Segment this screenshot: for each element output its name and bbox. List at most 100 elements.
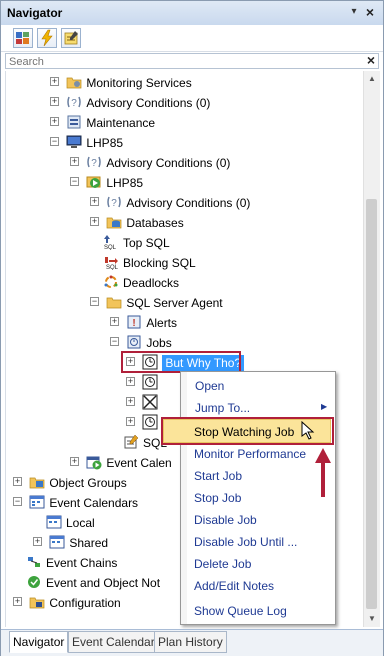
disabled-job-icon — [142, 394, 158, 410]
vertical-scrollbar[interactable]: ▲ ▼ — [363, 71, 380, 627]
tree-item[interactable]: Event and Object Not — [26, 572, 160, 592]
scroll-down-icon[interactable]: ▼ — [364, 611, 380, 627]
svg-text:?: ? — [112, 198, 118, 209]
menu-item-open[interactable]: Open — [195, 379, 224, 393]
menu-item-disable-job[interactable]: Disable Job — [194, 513, 257, 527]
scroll-up-icon[interactable]: ▲ — [364, 71, 380, 87]
expand-icon[interactable]: + — [110, 317, 119, 327]
tree-item-label: Monitoring Services — [86, 75, 192, 90]
tree-item-label: Maintenance — [86, 115, 156, 130]
tree-item[interactable]: − LHP85 — [70, 172, 143, 192]
tree-item[interactable]: + ! Alerts — [110, 312, 177, 332]
expand-icon[interactable]: + — [126, 377, 135, 387]
tree-item[interactable]: + Object Groups — [13, 472, 127, 492]
expand-icon[interactable]: + — [70, 157, 79, 167]
tree-item[interactable]: + — [126, 412, 162, 432]
lightning-icon — [41, 29, 53, 47]
svg-text:?: ? — [72, 98, 78, 109]
svg-text:SQL: SQL — [106, 265, 119, 270]
tab-event-calendar[interactable]: Event Calendar — [68, 631, 159, 653]
notes-button[interactable] — [61, 28, 81, 48]
tree-item[interactable]: + Databases — [90, 212, 184, 232]
tree-item[interactable]: + Monitoring Services — [50, 72, 192, 92]
tree-item[interactable]: SQL Blocking SQL — [103, 252, 196, 272]
tree-item[interactable]: Deadlocks — [103, 272, 179, 292]
navigator-panel: Navigator ▾ × × + Monitoring Services + … — [0, 0, 384, 656]
expand-icon[interactable]: + — [126, 417, 135, 427]
tree-item[interactable]: − SQL Server Agent — [90, 292, 223, 312]
tree-item[interactable]: − LHP85 — [50, 132, 123, 152]
tree-item[interactable]: + ? Advisory Conditions (0) — [70, 152, 230, 172]
databases-icon — [106, 217, 122, 229]
shared-icon — [49, 535, 65, 549]
tree-item-label: Shared — [69, 535, 109, 550]
expand-icon[interactable]: + — [50, 117, 59, 127]
collapse-icon[interactable]: − — [50, 137, 59, 147]
menu-item-monitor-performance[interactable]: Monitor Performance — [194, 447, 306, 461]
annotation-box-selected-job — [121, 351, 241, 373]
maintenance-icon — [67, 115, 81, 129]
clock-icon — [142, 374, 158, 390]
menu-item-add-edit-notes[interactable]: Add/Edit Notes — [194, 579, 274, 593]
tree-item[interactable]: + Event Calen — [70, 452, 172, 472]
tree-item-label: Object Groups — [49, 475, 127, 490]
sql-server-icon — [86, 176, 101, 188]
pin-icon[interactable]: ▾ — [347, 5, 361, 19]
menu-item-start-job[interactable]: Start Job — [194, 469, 242, 483]
folder-icon — [106, 297, 122, 309]
objects-button[interactable] — [13, 28, 33, 48]
menu-item-stop-watching-job[interactable]: Stop Watching Job — [194, 425, 294, 439]
tree-item-label: Alerts — [146, 315, 178, 330]
search-box[interactable]: × — [5, 52, 379, 69]
collapse-icon[interactable]: − — [13, 497, 22, 507]
menu-item-jump-to[interactable]: Jump To... — [195, 401, 250, 415]
scroll-thumb[interactable] — [366, 199, 377, 609]
tree-item-label: Advisory Conditions (0) — [126, 195, 251, 210]
tree-item-label: Top SQL — [123, 235, 170, 250]
expand-icon[interactable]: + — [126, 397, 135, 407]
alerts-icon: ! — [127, 315, 141, 329]
close-icon[interactable]: × — [363, 4, 377, 20]
tree-item[interactable]: − Event Calendars — [13, 492, 138, 512]
tree-item[interactable]: + ? Advisory Conditions (0) — [90, 192, 250, 212]
menu-item-disable-job-until[interactable]: Disable Job Until ... — [194, 535, 297, 549]
tree-item[interactable]: + Maintenance — [50, 112, 155, 132]
tree-item-label: Configuration — [49, 595, 121, 610]
search-input[interactable] — [6, 55, 349, 69]
actions-button[interactable] — [37, 28, 57, 48]
tree-item[interactable]: + ? Advisory Conditions (0) — [50, 92, 210, 112]
tree-item[interactable]: Local — [46, 512, 95, 532]
expand-icon[interactable]: + — [50, 77, 59, 87]
clear-search-icon[interactable]: × — [367, 52, 375, 68]
menu-item-stop-job[interactable]: Stop Job — [194, 491, 241, 505]
tree-item[interactable]: Event Chains — [26, 552, 117, 572]
collapse-icon[interactable]: − — [70, 177, 79, 187]
menu-item-delete-job[interactable]: Delete Job — [194, 557, 251, 571]
tree-item[interactable]: SQL Top SQL — [103, 232, 170, 252]
expand-icon[interactable]: + — [13, 477, 22, 487]
event-calendars-icon — [29, 495, 45, 509]
tree-item-label: Jobs — [146, 335, 172, 350]
expand-icon[interactable]: + — [70, 457, 79, 467]
blocking-sql-icon: SQL — [105, 256, 119, 270]
tree-item[interactable]: + — [126, 372, 162, 392]
expand-icon[interactable]: + — [90, 217, 99, 227]
expand-icon[interactable]: + — [33, 537, 42, 547]
folder-gear-icon — [66, 77, 82, 89]
tree-item[interactable]: − Jobs — [110, 332, 172, 352]
menu-item-show-queue-log[interactable]: Show Queue Log — [194, 604, 287, 618]
local-icon — [46, 515, 62, 529]
tree-item-label: Event and Object Not — [46, 575, 161, 590]
tree-item[interactable]: + Configuration — [13, 592, 121, 612]
jobs-icon — [127, 335, 141, 349]
expand-icon[interactable]: + — [90, 197, 99, 207]
expand-icon[interactable]: + — [50, 97, 59, 107]
tree-item[interactable]: + Shared — [33, 532, 108, 552]
tree-item[interactable]: + — [126, 392, 162, 412]
collapse-icon[interactable]: − — [90, 297, 99, 307]
collapse-icon[interactable]: − — [110, 337, 119, 347]
expand-icon[interactable]: + — [13, 597, 22, 607]
tab-navigator[interactable]: Navigator — [9, 631, 69, 653]
tree-item-label: Databases — [126, 215, 184, 230]
tab-plan-history[interactable]: Plan History — [154, 631, 227, 653]
